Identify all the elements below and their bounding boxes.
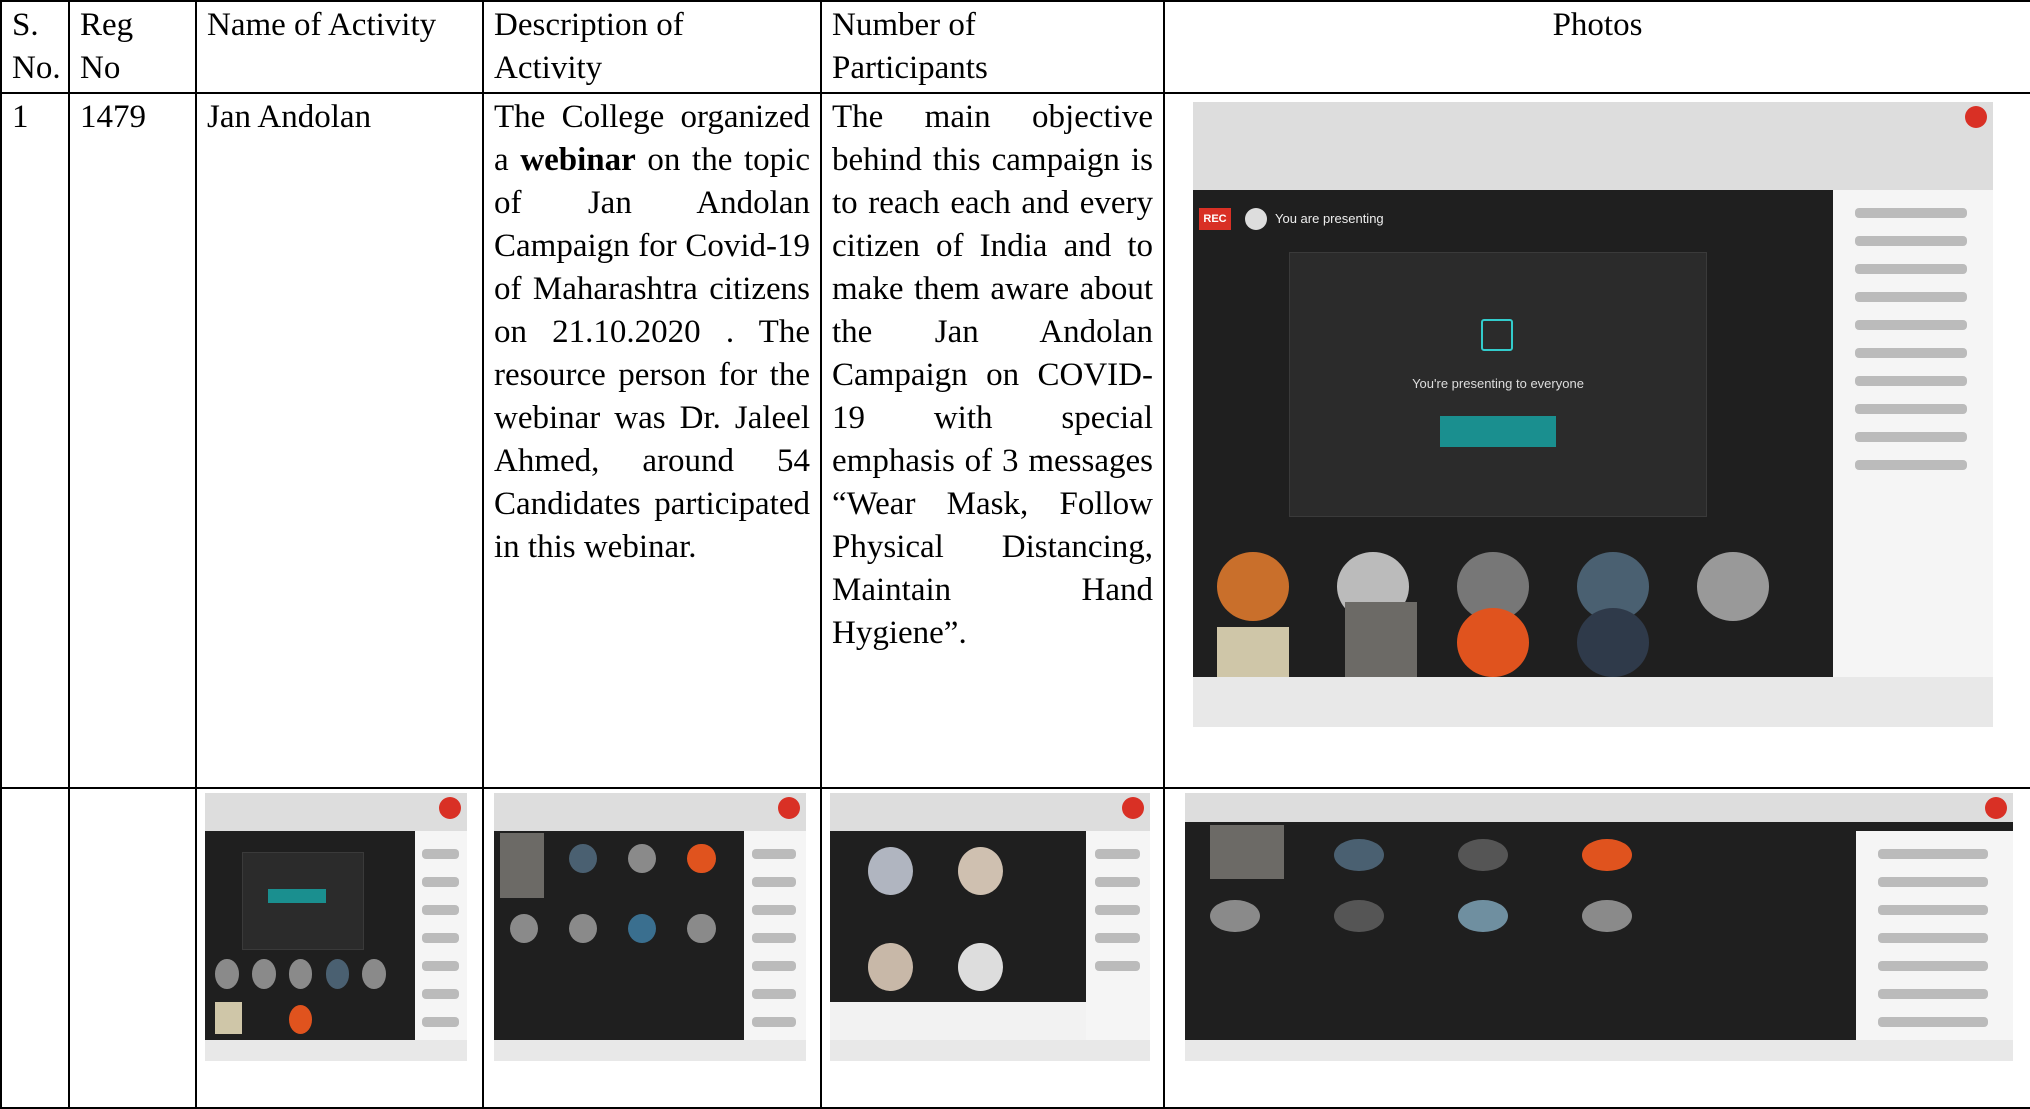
cell-photo-3 [820,787,1165,1109]
cell-photo-1 [195,787,484,1109]
screenshot-photo-3 [830,793,1150,1061]
cell-sno: 1 [0,92,70,789]
header-participants: Number of Participants [820,0,1165,94]
screenshot-photo-4 [1185,793,2013,1061]
cell-regno-empty [68,787,197,1109]
participants-sidebar [1833,189,1993,677]
screenshot-photo-1 [205,793,467,1061]
cell-photo-2 [482,787,822,1109]
browser-tabbar [1193,102,1993,190]
cell-description: The College organized a webinar on the t… [482,92,822,789]
presenting-banner: You are presenting [1275,211,1384,227]
cell-photo-main: REC You are presenting You're presenting… [1163,92,2030,789]
cell-photo-4 [1163,787,2030,1109]
table-row [0,787,2030,1109]
rec-badge: REC [1199,208,1231,231]
cell-participants: The main objective behind this campaign … [820,92,1165,789]
header-regno: Reg No [68,0,197,94]
header-description: Description of Activity [482,0,822,94]
header-row: S. No. Reg No Name of Activity Description… [0,0,2030,94]
taskbar [1193,677,1993,727]
header-name: Name of Activity [195,0,484,94]
presenting-pane: You're presenting to everyone [1289,252,1707,517]
header-photos: Photos [1163,0,2030,94]
screenshot-photo-2 [494,793,806,1061]
header-sno: S. No. [0,0,70,94]
activity-table: S. No. Reg No Name of Activity Description… [0,0,2030,1109]
presenting-center-text: You're presenting to everyone [1412,376,1584,392]
bold-webinar: webinar [520,142,636,178]
screenshot-photo-main: REC You are presenting You're presenting… [1193,102,1993,727]
cell-activity-name: Jan Andolan [195,92,484,789]
cell-sno-empty [0,787,70,1109]
presenter-avatar [1245,208,1267,231]
cell-regno: 1479 [68,92,197,789]
table-row: 1 1479 Jan Andolan The College organized… [0,92,2030,789]
